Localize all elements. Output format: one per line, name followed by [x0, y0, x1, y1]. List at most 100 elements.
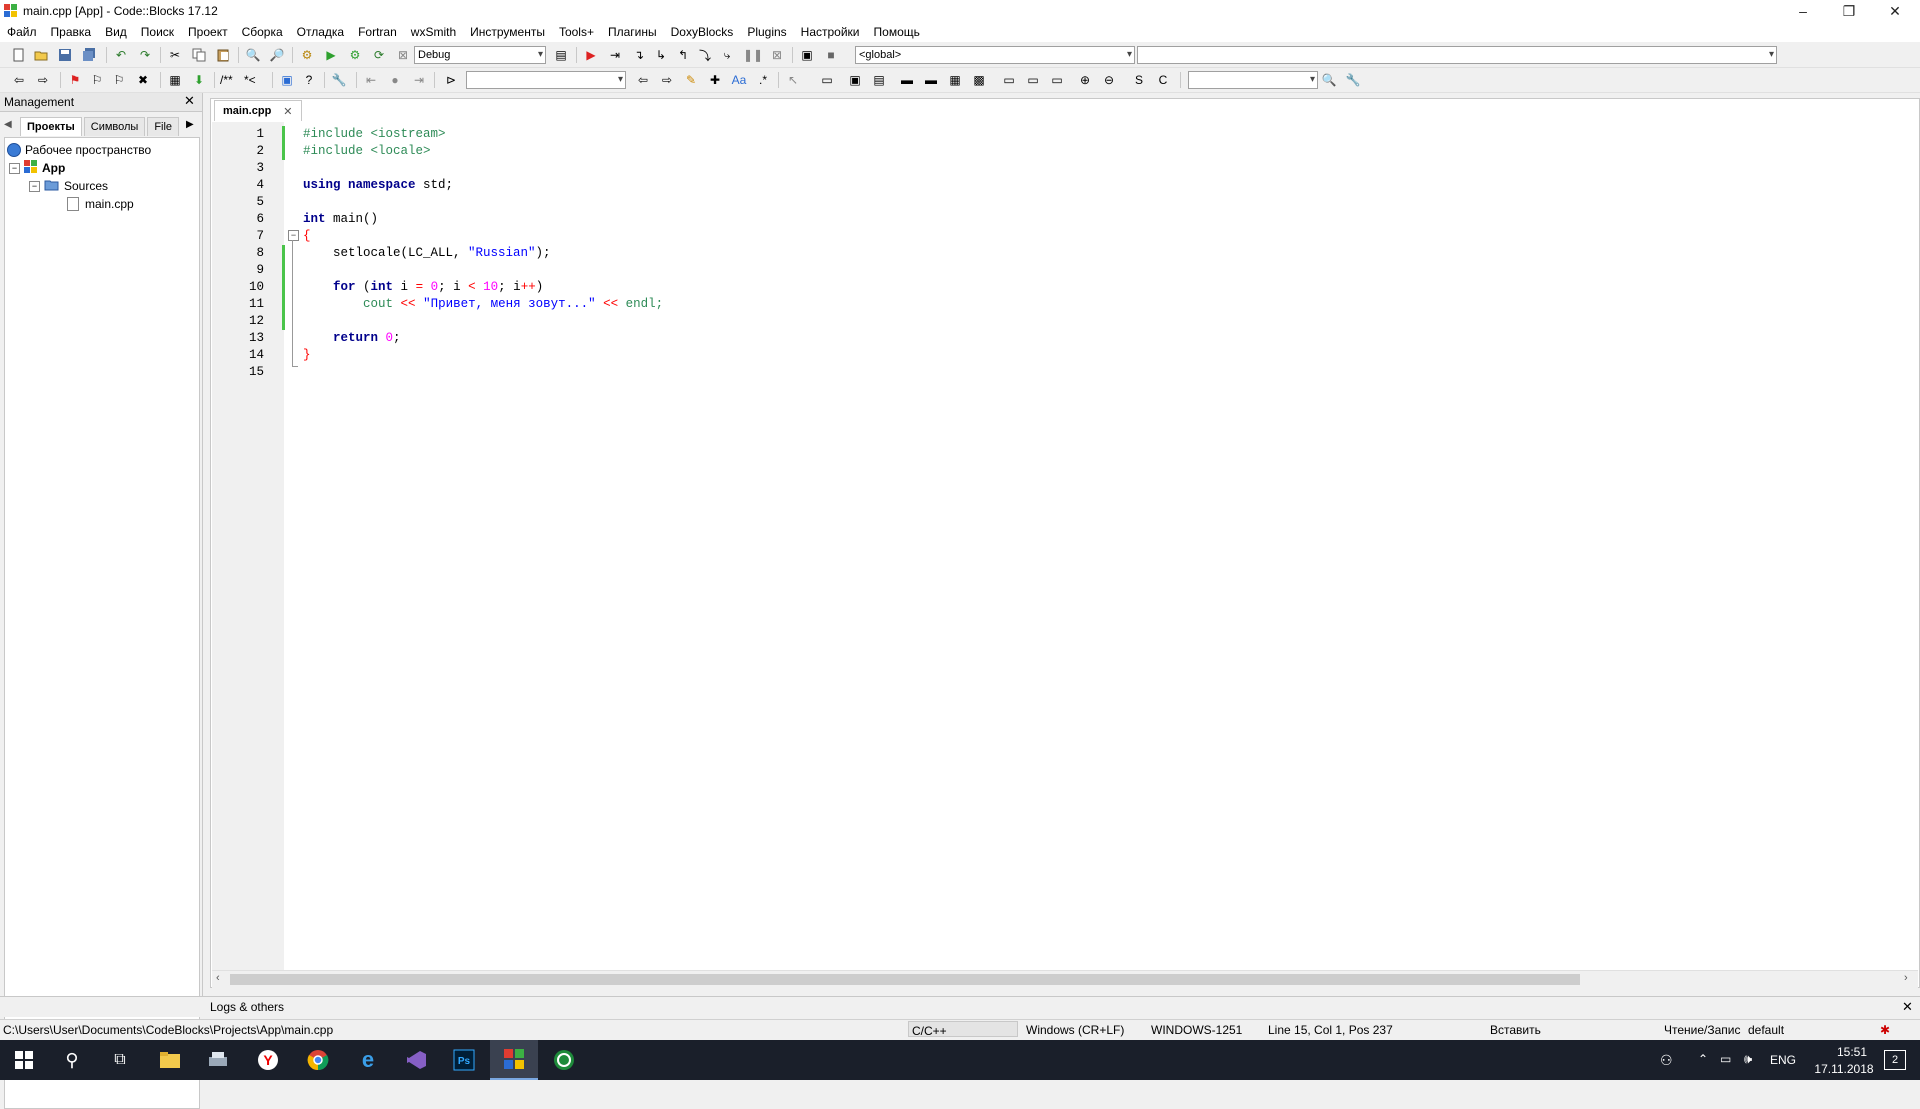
people-icon[interactable]: ⚇ [1660, 1052, 1673, 1069]
tab-projects[interactable]: Проекты [20, 117, 82, 136]
abort-build-icon[interactable]: ⊠ [394, 46, 412, 64]
run-icon[interactable]: ▶ [322, 46, 340, 64]
replace-icon[interactable]: 🔎 [268, 46, 286, 64]
next-bookmark-icon[interactable]: ⚐ [110, 71, 128, 89]
code-line-7[interactable]: { [303, 228, 311, 245]
visual-studio-icon[interactable] [392, 1040, 440, 1080]
search-icon[interactable]: ⚲ [48, 1040, 96, 1080]
debug-start-icon[interactable]: ▶ [582, 46, 600, 64]
jump-back-icon[interactable]: ⇦ [10, 71, 28, 89]
wx-insert-into-icon[interactable]: ▭ [1048, 71, 1066, 89]
select-tool-icon[interactable]: ↖ [784, 71, 802, 89]
paste-icon[interactable] [214, 46, 232, 64]
minimize-button[interactable]: – [1780, 0, 1826, 22]
menu-doxyblocks[interactable]: DoxyBlocks [664, 25, 741, 39]
menu-plugins-ru[interactable]: Плагины [601, 25, 664, 39]
build-and-run-icon[interactable]: ⚙ [346, 46, 364, 64]
scope-select[interactable]: <global> ▾ [855, 46, 1135, 64]
code-line-4[interactable]: using namespace std; [303, 177, 453, 194]
menu-search[interactable]: Поиск [134, 25, 181, 39]
highlight-icon[interactable]: ✎ [682, 71, 700, 89]
collapse-icon[interactable]: − [29, 180, 40, 192]
regex-icon[interactable]: .* [754, 71, 772, 89]
menu-fortran[interactable]: Fortran [351, 25, 404, 39]
refresh-icon[interactable]: C [1154, 71, 1172, 89]
code-line-8[interactable]: setlocale(LC_ALL, "Russian"); [303, 245, 551, 262]
jump-forward-icon[interactable]: ⇨ [34, 71, 52, 89]
wx-box-sizer-icon[interactable]: ▬ [898, 71, 916, 89]
fold-collapse-icon[interactable]: − [288, 230, 299, 241]
next-error-icon[interactable]: ⇥ [410, 71, 428, 89]
debug-next-line-icon[interactable]: ↴ [630, 46, 648, 64]
yandex-browser-icon[interactable]: Y [244, 1040, 292, 1080]
record-macro-icon[interactable]: ● [386, 71, 404, 89]
show-target-dialog-icon[interactable]: ▤ [552, 46, 570, 64]
zoom-out-icon[interactable]: ⊖ [1100, 71, 1118, 89]
debug-step-out-icon[interactable]: ↰ [674, 46, 692, 64]
toggle-bookmark-icon[interactable]: ⚑ [66, 71, 84, 89]
incremental-search-input[interactable]: ▾ [466, 71, 626, 89]
codeblocks-taskbar-icon[interactable] [490, 1040, 538, 1080]
menu-tools-plus[interactable]: Tools+ [552, 25, 601, 39]
tree-project[interactable]: − App [9, 159, 65, 177]
tree-folder-sources[interactable]: − Sources [29, 177, 108, 195]
doxy-html-icon[interactable]: ▣ [278, 71, 296, 89]
menu-wxsmith[interactable]: wxSmith [404, 25, 463, 39]
menu-edit[interactable]: Правка [44, 25, 99, 39]
menu-file[interactable]: Файл [0, 25, 44, 39]
debug-stop-icon[interactable]: ⊠ [768, 46, 786, 64]
wx-flex-sizer-icon[interactable]: ▩ [970, 71, 988, 89]
menu-build[interactable]: Сборка [235, 25, 290, 39]
green-app-icon[interactable] [540, 1040, 588, 1080]
debug-pause-icon[interactable]: ❚❚ [743, 46, 763, 64]
file-explorer-icon[interactable] [146, 1040, 194, 1080]
debug-windows-icon[interactable]: ▣ [798, 46, 816, 64]
start-windows-icon[interactable] [0, 1040, 48, 1080]
tab-files[interactable]: File [147, 117, 180, 136]
close-icon[interactable]: ✕ [1902, 999, 1913, 1015]
editor-tab-main-cpp[interactable]: main.cpp ✕ [214, 100, 302, 121]
function-select[interactable]: ▾ [1137, 46, 1777, 64]
prev-error-icon[interactable]: ⇤ [362, 71, 380, 89]
debug-step-instruction-icon[interactable]: ⤷ [718, 46, 736, 64]
doxy-wizard-icon[interactable]: ▦ [166, 71, 184, 89]
code-line-2[interactable]: #include <locale> [303, 143, 431, 160]
new-file-icon[interactable] [10, 46, 28, 64]
wx-grid-sizer-icon[interactable]: ▦ [946, 71, 964, 89]
prev-bookmark-icon[interactable]: ⚐ [88, 71, 106, 89]
find-icon[interactable]: 🔍 [244, 46, 262, 64]
save-all-icon[interactable] [80, 46, 98, 64]
open-folder-icon[interactable] [32, 46, 50, 64]
debug-next-instruction-icon[interactable]: ⤵ [696, 46, 714, 64]
wx-dialog-icon[interactable]: ▣ [846, 71, 864, 89]
menu-view[interactable]: Вид [98, 25, 134, 39]
volume-icon[interactable]: 🕪 [1744, 1051, 1752, 1067]
menu-project[interactable]: Проект [181, 25, 235, 39]
code-line-11[interactable]: cout << "Привет, меня зовут..." << endl; [303, 296, 663, 313]
scroll-right-icon[interactable]: › [1904, 972, 1908, 984]
debug-step-into-icon[interactable]: ↳ [652, 46, 670, 64]
clock-date[interactable]: 17.11.2018 [1806, 1062, 1882, 1076]
save-icon[interactable] [56, 46, 74, 64]
build-target-select[interactable]: Debug ▾ [414, 46, 546, 64]
code-line-10[interactable]: for (int i = 0; i < 10; i++) [303, 279, 543, 296]
debug-run-to-cursor-icon[interactable]: ⇥ [606, 46, 624, 64]
input-language[interactable]: ENG [1770, 1053, 1796, 1067]
wx-panel-icon[interactable]: ▭ [818, 71, 836, 89]
match-case-icon[interactable]: Aa [730, 71, 748, 89]
scroll-left-icon[interactable]: ‹ [216, 972, 220, 984]
menu-debug[interactable]: Отладка [290, 25, 351, 39]
spell-check-icon[interactable]: S [1130, 71, 1148, 89]
wx-insert-before-icon[interactable]: ▭ [1000, 71, 1018, 89]
editor-area[interactable] [210, 98, 1920, 988]
clear-bookmarks-icon[interactable]: ✖ [134, 71, 152, 89]
horizontal-scrollbar[interactable]: ‹ › [212, 970, 1918, 988]
wx-frame-icon[interactable]: ▤ [870, 71, 888, 89]
clock-time[interactable]: 15:51 [1822, 1045, 1882, 1059]
code-line-13[interactable]: return 0; [303, 330, 401, 347]
search-prev-icon[interactable]: ⇦ [634, 71, 652, 89]
code-search-icon[interactable]: 🔍 [1320, 71, 1338, 89]
build-gear-icon[interactable]: ⚙ [298, 46, 316, 64]
copy-icon[interactable] [190, 46, 208, 64]
wx-static-box-icon[interactable]: ▬ [922, 71, 940, 89]
